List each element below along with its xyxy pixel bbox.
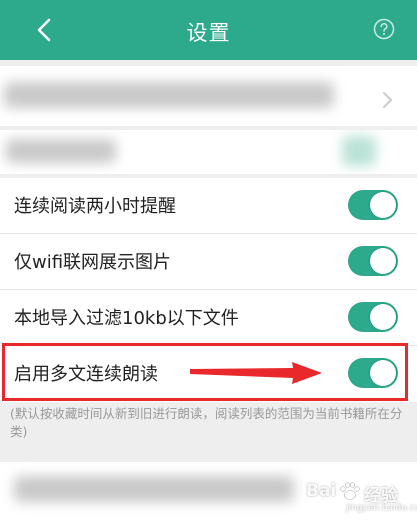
toggle-switch[interactable] [348,302,398,332]
blurred-content [14,476,294,502]
toggle-switch[interactable] [348,246,398,276]
watermark-url: jingyan.baidu.com [346,503,417,513]
highlight-box [2,343,408,401]
page-title: 设置 [186,21,231,45]
setting-label: 连续阅读两小时提醒 [14,196,176,217]
setting-row-wifi-images: 仅wifi联网展示图片 [0,234,417,290]
blurred-content [342,136,376,166]
setting-description: (默认按收藏时间从新到旧进行朗读，阅读列表的范围为当前书籍所在分类) [10,406,403,439]
chevron-right-icon [383,92,392,108]
setting-label: 本地导入过滤10kb以下文件 [14,308,239,329]
toggle-switch[interactable] [348,190,398,220]
toggle-knob [370,248,396,274]
blurred-setting-row[interactable] [0,130,417,174]
toggle-knob [370,192,396,218]
baidu-paw-icon [340,482,360,500]
blurred-account-row[interactable] [0,66,417,126]
toggle-knob [370,304,396,330]
setting-row-reading-reminder: 连续阅读两小时提醒 [0,178,417,234]
blurred-content [4,82,334,108]
watermark-text: Bai [306,481,337,501]
setting-label: 仅wifi联网展示图片 [14,252,172,273]
setting-row-filter-small-files: 本地导入过滤10kb以下文件 [0,290,417,346]
app-header: 设置 [0,0,417,60]
blurred-content [6,139,116,163]
baidu-jingyan-watermark: Bai 经验 jingyan.baidu.com [306,475,417,515]
question-circle-icon[interactable] [373,18,395,40]
